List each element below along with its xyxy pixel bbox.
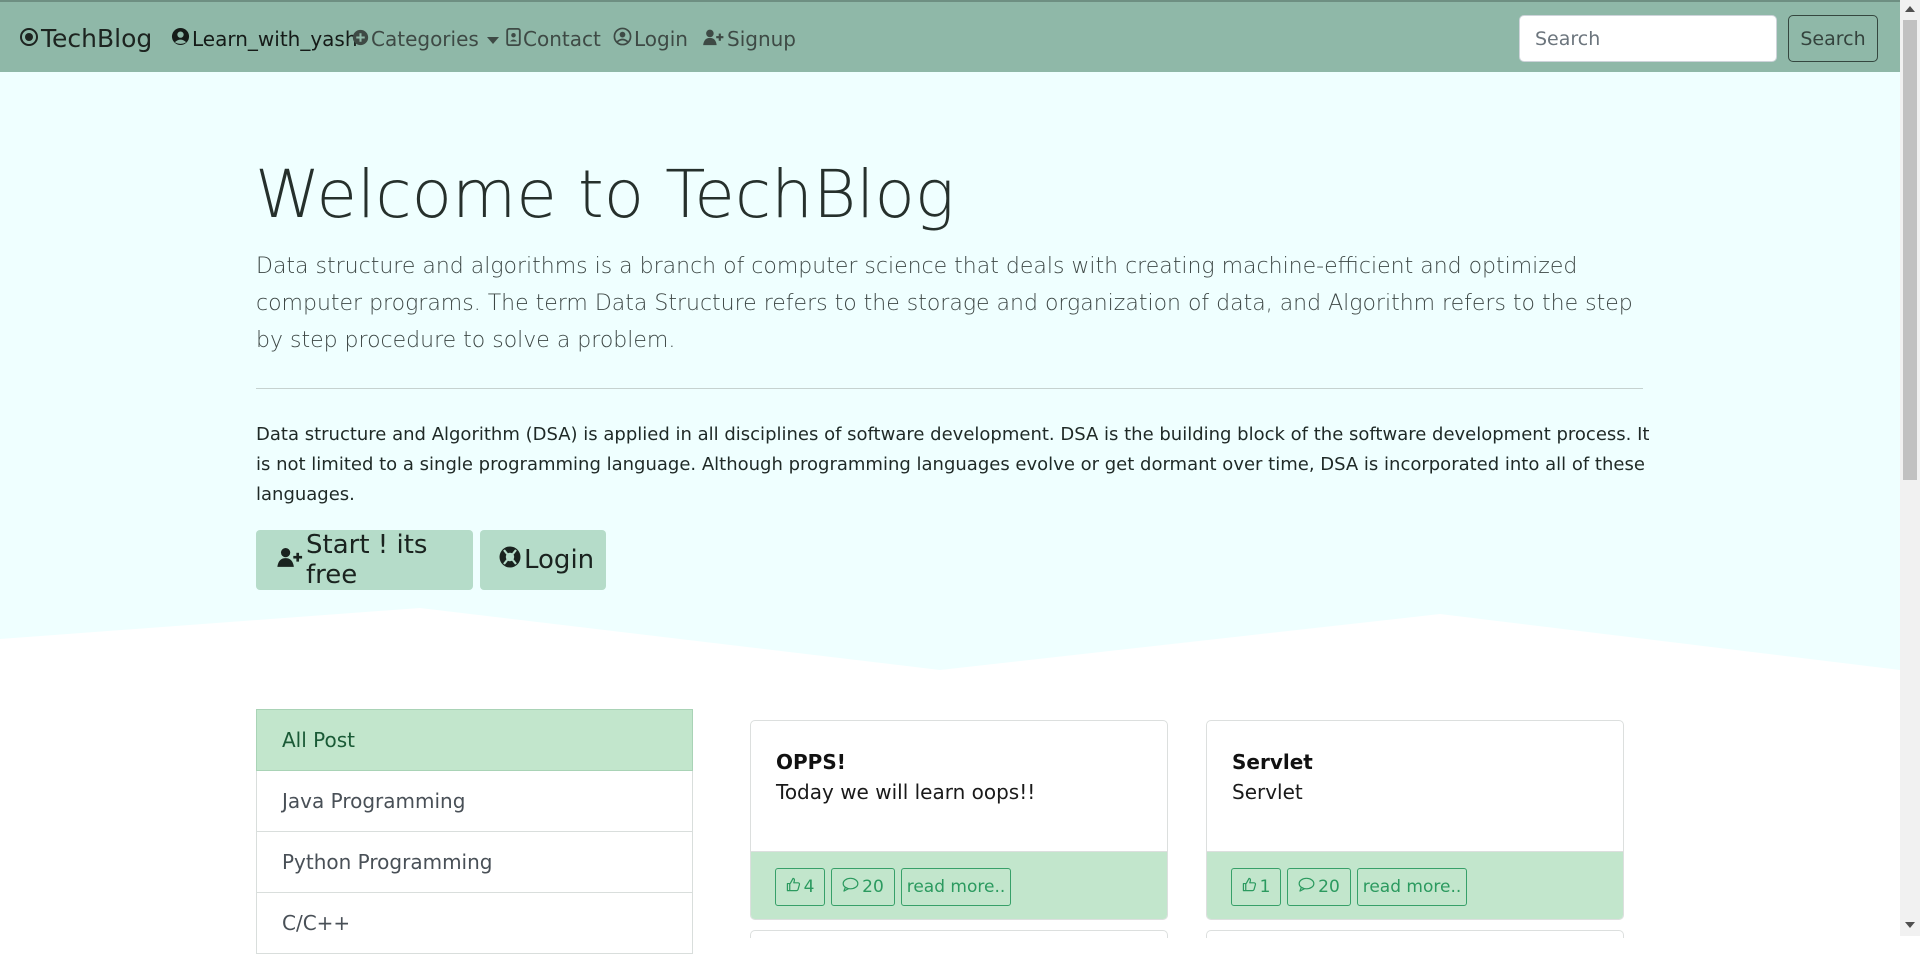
like-button[interactable]: 4 bbox=[775, 868, 825, 906]
scroll-down-arrow-icon[interactable] bbox=[1905, 922, 1915, 928]
read-more-button[interactable]: read more.. bbox=[1357, 868, 1467, 906]
post-footer: 1 20 read more.. bbox=[1207, 851, 1623, 919]
user-plus-icon bbox=[276, 545, 306, 575]
hero-divider bbox=[256, 388, 1643, 389]
comment-icon bbox=[1298, 877, 1318, 897]
navbar: TechBlog Learn_with_yash Categories Cont… bbox=[0, 0, 1900, 72]
post-title: OPPS! bbox=[776, 750, 846, 774]
nav-contact[interactable]: Contact bbox=[506, 27, 601, 51]
like-count: 4 bbox=[803, 877, 815, 897]
user-circle-icon bbox=[171, 27, 192, 51]
page-scrollbar[interactable] bbox=[1900, 0, 1920, 936]
nav-signup-label: Signup bbox=[727, 27, 796, 51]
user-circle-icon bbox=[613, 27, 634, 51]
category-item-all-post[interactable]: All Post bbox=[256, 709, 693, 771]
hero-title: Welcome to TechBlog bbox=[255, 156, 955, 233]
address-book-icon bbox=[506, 27, 523, 51]
life-ring-icon bbox=[498, 545, 524, 576]
like-button[interactable]: 1 bbox=[1231, 868, 1281, 906]
nav-login[interactable]: Login bbox=[613, 27, 688, 51]
post-card: OPPS! Today we will learn oops!! 4 20 re… bbox=[750, 720, 1168, 920]
thumbs-up-icon bbox=[786, 877, 804, 897]
nav-categories-label: Categories bbox=[371, 27, 479, 51]
thumbs-up-icon bbox=[1242, 877, 1260, 897]
category-item-python[interactable]: Python Programming bbox=[256, 832, 693, 893]
nav-login-label: Login bbox=[634, 27, 688, 51]
post-title: Servlet bbox=[1232, 750, 1313, 774]
like-count: 1 bbox=[1259, 877, 1271, 897]
search-button[interactable]: Search bbox=[1788, 15, 1878, 62]
start-free-button[interactable]: Start ! its free bbox=[256, 530, 473, 590]
user-plus-icon bbox=[702, 27, 727, 51]
nav-user-profile[interactable]: Learn_with_yash bbox=[171, 27, 358, 51]
post-card: Servlet Servlet 1 20 read more.. bbox=[1206, 720, 1624, 920]
comment-count: 20 bbox=[1318, 877, 1340, 897]
post-excerpt: Servlet bbox=[1232, 780, 1303, 804]
plus-circle-icon bbox=[352, 27, 371, 51]
hero-login-button[interactable]: Login bbox=[480, 530, 606, 590]
post-card-next bbox=[1206, 930, 1624, 938]
comment-count: 20 bbox=[862, 877, 884, 897]
nav-categories-dropdown[interactable]: Categories bbox=[352, 27, 499, 51]
post-card-next bbox=[750, 930, 1168, 938]
nav-user-label: Learn_with_yash bbox=[192, 27, 358, 51]
search-input[interactable] bbox=[1519, 15, 1777, 62]
brand[interactable]: TechBlog bbox=[19, 24, 152, 53]
category-item-java[interactable]: Java Programming bbox=[256, 771, 693, 832]
nav-signup[interactable]: Signup bbox=[702, 27, 796, 51]
scrollbar-thumb[interactable] bbox=[1903, 20, 1917, 480]
nav-contact-label: Contact bbox=[523, 27, 601, 51]
brand-label: TechBlog bbox=[41, 24, 153, 53]
comment-icon bbox=[842, 877, 862, 897]
hero-description: Data structure and Algorithm (DSA) is ap… bbox=[256, 424, 1650, 505]
hero-login-label: Login bbox=[524, 545, 595, 575]
target-icon bbox=[19, 24, 41, 53]
scroll-up-arrow-icon[interactable] bbox=[1905, 6, 1915, 12]
category-list: All Post Java Programming Python Program… bbox=[256, 709, 693, 954]
comment-button[interactable]: 20 bbox=[1287, 868, 1351, 906]
comment-button[interactable]: 20 bbox=[831, 868, 895, 906]
category-item-cpp[interactable]: C/C++ bbox=[256, 893, 693, 954]
chevron-down-icon bbox=[486, 36, 499, 44]
hero-lead: Data structure and algorithms is a branc… bbox=[256, 254, 1633, 353]
start-free-label: Start ! its free bbox=[306, 530, 428, 590]
post-excerpt: Today we will learn oops!! bbox=[776, 780, 1036, 804]
read-more-button[interactable]: read more.. bbox=[901, 868, 1011, 906]
post-footer: 4 20 read more.. bbox=[751, 851, 1167, 919]
